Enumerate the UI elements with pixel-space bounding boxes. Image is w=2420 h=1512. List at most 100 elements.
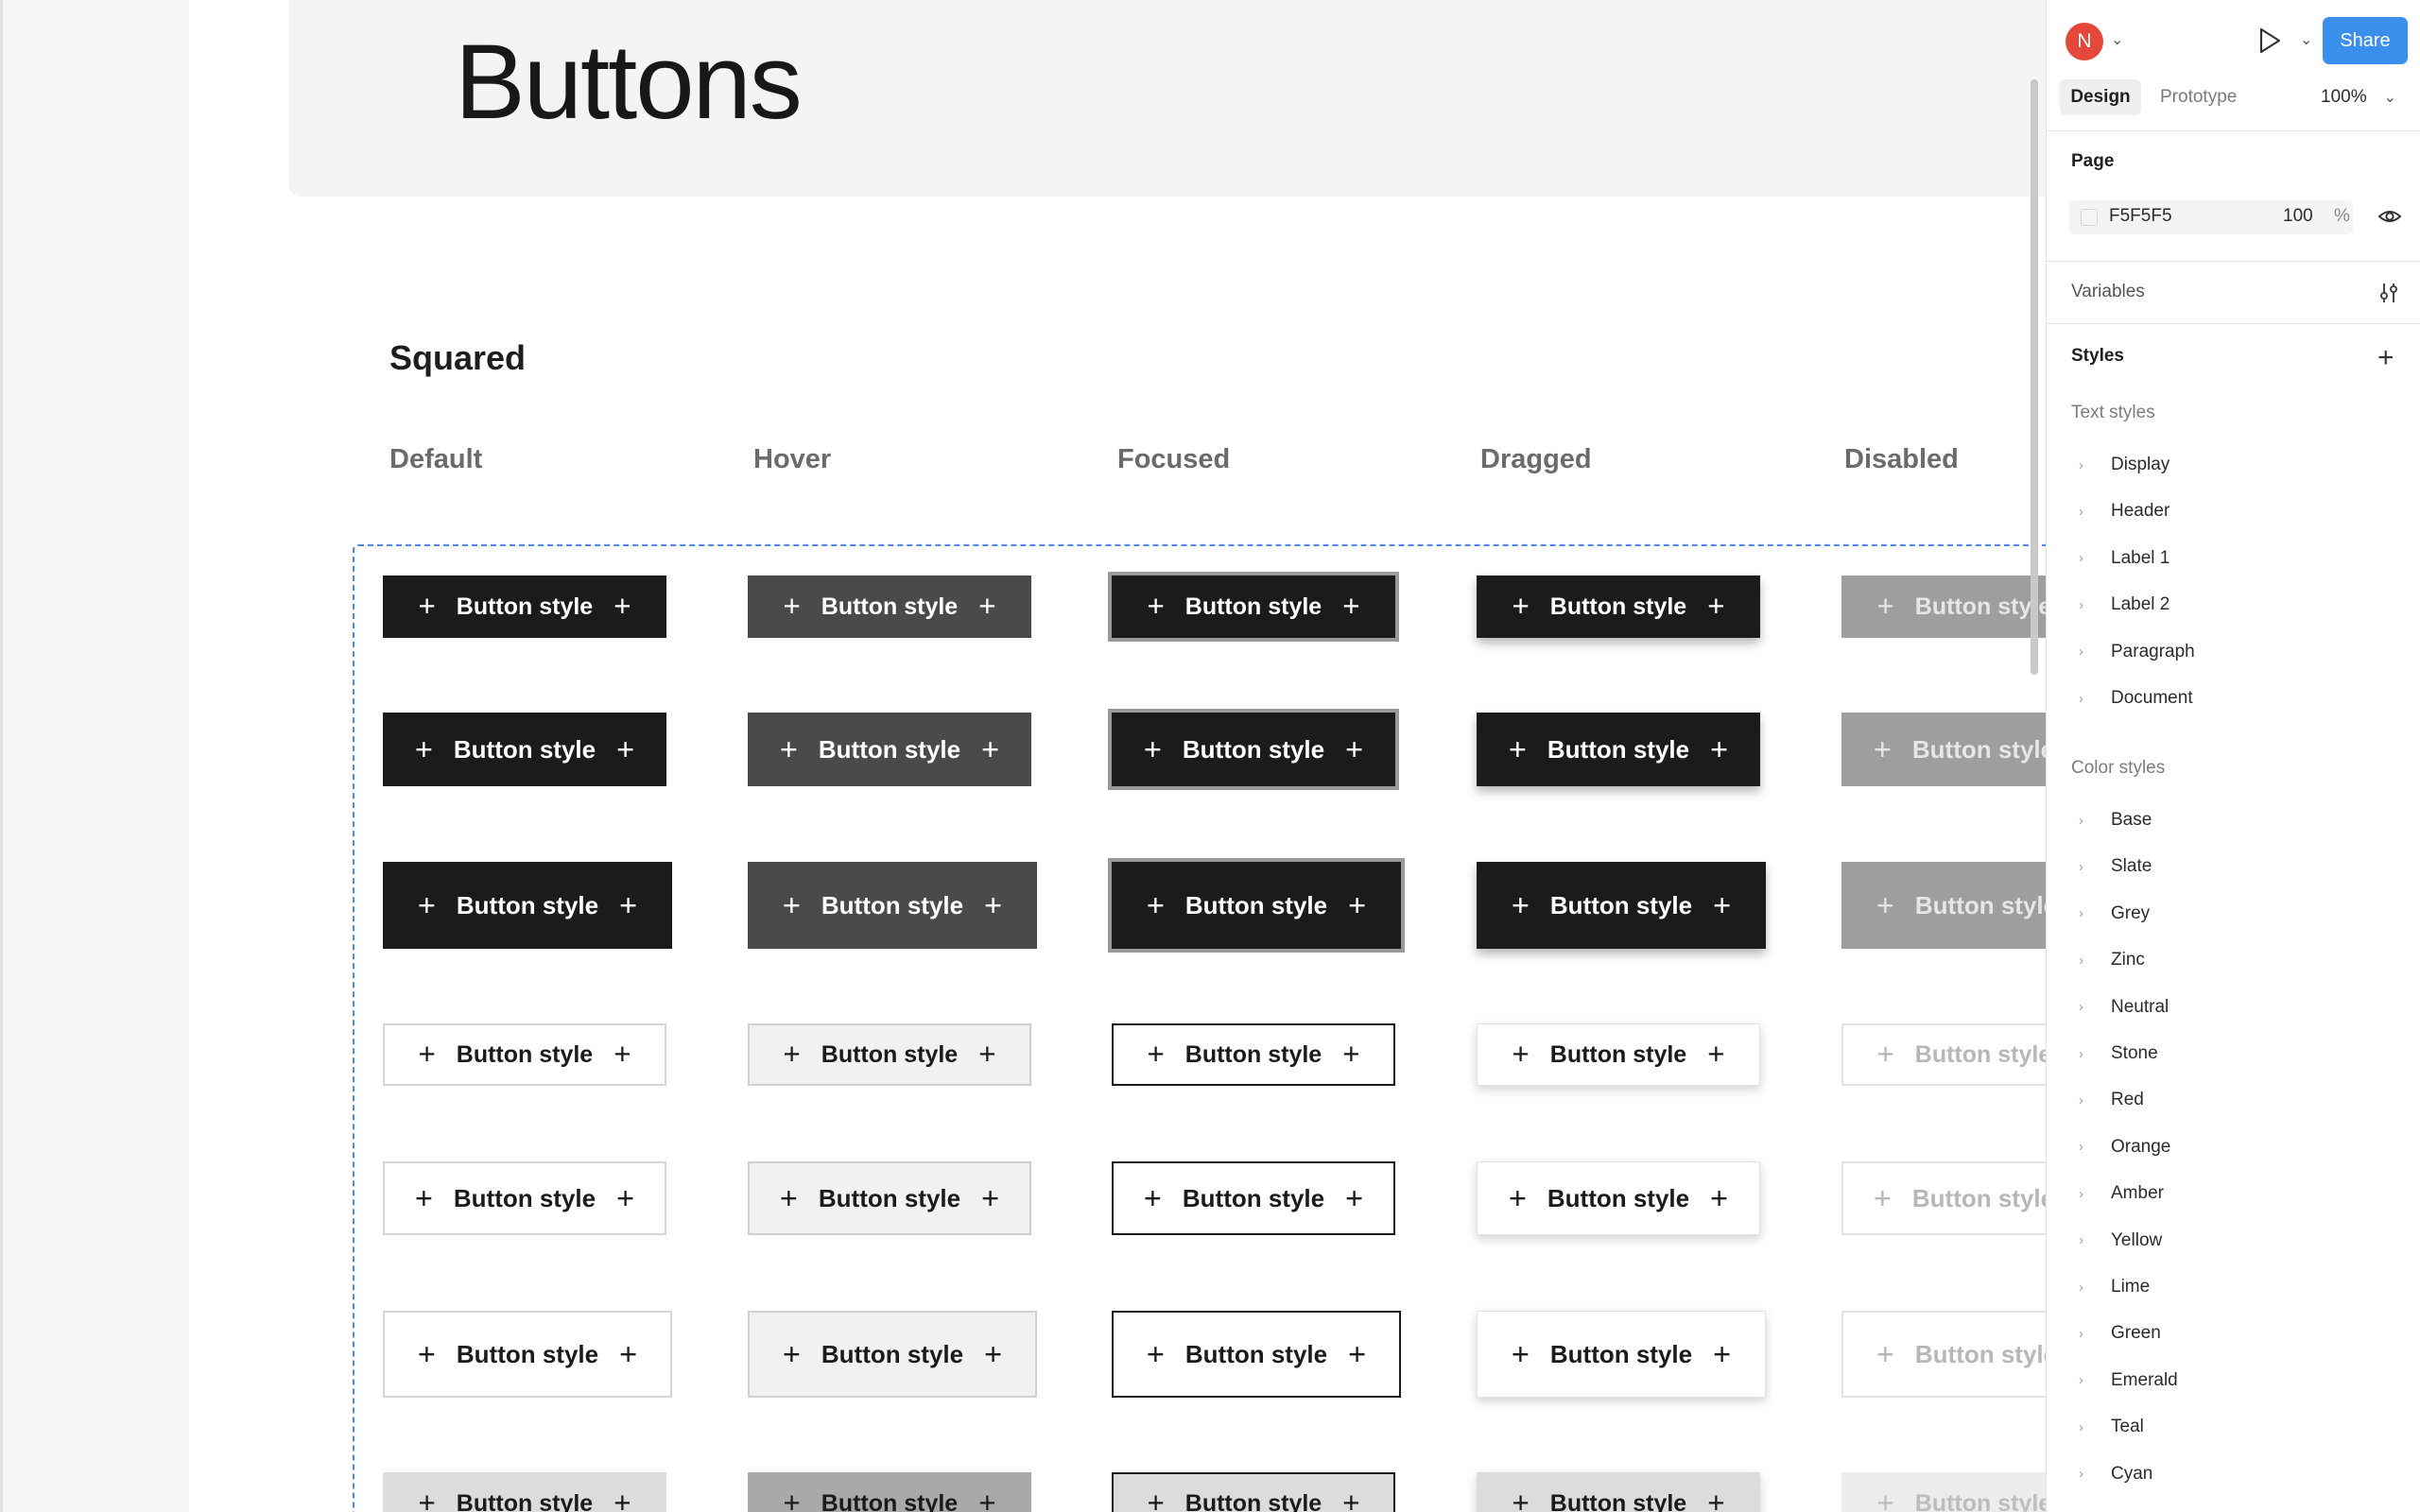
text-style-item[interactable]: › Document <box>2071 684 2193 713</box>
color-style-item[interactable]: › Neutral <box>2071 993 2169 1022</box>
button-dark-default[interactable]: + Button style + <box>383 862 672 949</box>
variables-label[interactable]: Variables <box>2071 282 2145 302</box>
color-style-item[interactable]: › Teal <box>2071 1413 2144 1441</box>
button-dark-focused[interactable]: + Button style + <box>1108 709 1399 790</box>
color-style-item[interactable]: › Cyan <box>2071 1460 2152 1488</box>
chevron-right-icon[interactable]: › <box>2071 457 2111 473</box>
eye-icon[interactable] <box>2377 206 2402 232</box>
design-canvas[interactable]: Buttons Squared Default Hover Focused Dr… <box>0 0 2046 1512</box>
page-fill-hex[interactable]: F5F5F5 <box>2109 206 2172 227</box>
color-style-item[interactable]: › Zinc <box>2071 946 2145 974</box>
button-light-default[interactable]: + Button style + <box>383 1023 666 1086</box>
button-dark-dragged[interactable]: + Button style + <box>1477 862 1766 949</box>
button-label: Button style <box>1914 1040 2046 1068</box>
chevron-right-icon[interactable]: › <box>2071 550 2111 566</box>
button-dark-focused[interactable]: + Button style + <box>1108 572 1399 642</box>
chevron-right-icon[interactable]: › <box>2071 1419 2111 1435</box>
color-style-item[interactable]: › Stone <box>2071 1040 2158 1068</box>
chevron-down-icon[interactable]: ⌄ <box>2111 30 2123 49</box>
chevron-right-icon[interactable]: › <box>2071 953 2111 969</box>
variables-icon[interactable] <box>2377 282 2400 310</box>
chevron-right-icon[interactable]: › <box>2071 504 2111 520</box>
canvas-scrollbar[interactable] <box>2031 79 2038 675</box>
plus-icon: + <box>1876 1336 1894 1371</box>
color-style-item[interactable]: › Orange <box>2071 1133 2170 1161</box>
button-grey-disabled[interactable]: +Button style+ <box>1841 1472 2046 1512</box>
color-style-item[interactable]: › Emerald <box>2071 1366 2178 1395</box>
text-style-item[interactable]: › Label 1 <box>2071 544 2169 573</box>
chevron-right-icon[interactable]: › <box>2071 1326 2111 1342</box>
chevron-right-icon[interactable]: › <box>2071 1092 2111 1108</box>
share-button[interactable]: Share <box>2323 17 2408 64</box>
chevron-right-icon[interactable]: › <box>2071 1372 2111 1388</box>
page-color-swatch[interactable] <box>2081 209 2098 226</box>
button-light-disabled[interactable]: +Button style+ <box>1841 1161 2046 1235</box>
color-style-item[interactable]: › Amber <box>2071 1179 2164 1208</box>
button-dark-dragged[interactable]: + Button style + <box>1477 713 1760 786</box>
chevron-right-icon[interactable]: › <box>2071 999 2111 1015</box>
button-light-hover[interactable]: + Button style + <box>748 1161 1031 1235</box>
button-dark-hover[interactable]: + Button style + <box>748 862 1037 949</box>
chevron-right-icon[interactable]: › <box>2071 859 2111 875</box>
button-dark-disabled[interactable]: +Button style+ <box>1841 576 2046 638</box>
button-dark-hover[interactable]: + Button style + <box>748 576 1031 638</box>
chevron-right-icon[interactable]: › <box>2071 1046 2111 1062</box>
button-dark-focused[interactable]: + Button style + <box>1108 858 1405 953</box>
chevron-right-icon[interactable]: › <box>2071 1466 2111 1482</box>
tab-prototype[interactable]: Prototype <box>2160 79 2237 115</box>
button-dark-default[interactable]: + Button style + <box>383 576 666 638</box>
button-light-hover[interactable]: + Button style + <box>748 1311 1037 1398</box>
chevron-right-icon[interactable]: › <box>2071 1139 2111 1155</box>
chevron-right-icon[interactable]: › <box>2071 905 2111 921</box>
button-light-default[interactable]: + Button style + <box>383 1311 672 1398</box>
tab-design[interactable]: Design <box>2060 79 2141 115</box>
button-light-disabled[interactable]: +Button style+ <box>1841 1311 2046 1398</box>
text-style-item[interactable]: › Display <box>2071 451 2169 479</box>
button-dark-disabled[interactable]: +Button style+ <box>1841 713 2046 786</box>
button-dark-hover[interactable]: + Button style + <box>748 713 1031 786</box>
color-style-item[interactable]: › Base <box>2071 806 2152 834</box>
color-style-item[interactable]: › Green <box>2071 1319 2161 1348</box>
chevron-right-icon[interactable]: › <box>2071 1280 2111 1296</box>
avatar[interactable]: N <box>2066 23 2103 60</box>
button-dark-dragged[interactable]: + Button style + <box>1477 576 1760 638</box>
color-style-item[interactable]: › Lime <box>2071 1273 2150 1301</box>
play-icon[interactable] <box>2256 26 2283 60</box>
column-label-disabled: Disabled <box>1844 444 1959 474</box>
button-light-dragged[interactable]: + Button style + <box>1477 1161 1760 1235</box>
chevron-right-icon[interactable]: › <box>2071 691 2111 707</box>
chevron-right-icon[interactable]: › <box>2071 1186 2111 1202</box>
button-light-hover[interactable]: + Button style + <box>748 1023 1031 1086</box>
zoom-dropdown[interactable]: 100% ⌄ <box>2321 79 2396 115</box>
button-light-default[interactable]: + Button style + <box>383 1161 666 1235</box>
button-dark-default[interactable]: + Button style + <box>383 713 666 786</box>
button-light-disabled[interactable]: +Button style+ <box>1841 1023 2046 1086</box>
text-style-item[interactable]: › Paragraph <box>2071 638 2195 666</box>
button-grey-dragged[interactable]: + Button style + <box>1477 1472 1760 1512</box>
button-light-dragged[interactable]: + Button style + <box>1477 1311 1766 1398</box>
buttons-frame[interactable]: Buttons Squared Default Hover Focused Dr… <box>189 0 2046 1512</box>
color-style-item[interactable]: › Slate <box>2071 852 2152 881</box>
button-dark-disabled[interactable]: +Button style+ <box>1841 862 2046 949</box>
chevron-right-icon[interactable]: › <box>2071 813 2111 829</box>
text-style-item[interactable]: › Header <box>2071 497 2169 525</box>
color-style-item[interactable]: › Red <box>2071 1086 2144 1114</box>
plus-icon[interactable]: + <box>2377 344 2394 372</box>
chevron-down-icon[interactable]: ⌄ <box>2300 30 2312 49</box>
button-light-focused[interactable]: + Button style + <box>1112 1023 1395 1086</box>
button-light-dragged[interactable]: + Button style + <box>1477 1023 1760 1086</box>
chevron-right-icon[interactable]: › <box>2071 1232 2111 1248</box>
button-label: Button style <box>1182 734 1325 764</box>
text-style-item[interactable]: › Label 2 <box>2071 591 2169 619</box>
page-opacity-value[interactable]: 100 <box>2283 206 2313 227</box>
button-grey-default[interactable]: + Button style + <box>383 1472 666 1512</box>
chevron-right-icon[interactable]: › <box>2071 644 2111 660</box>
button-grey-focused[interactable]: + Button style + <box>1112 1472 1395 1512</box>
button-light-focused[interactable]: + Button style + <box>1112 1161 1395 1235</box>
button-light-focused[interactable]: + Button style + <box>1112 1311 1401 1398</box>
chevron-right-icon[interactable]: › <box>2071 597 2111 613</box>
button-grey-hover[interactable]: + Button style + <box>748 1472 1031 1512</box>
color-style-item[interactable]: › Yellow <box>2071 1227 2162 1255</box>
color-style-item[interactable]: › Grey <box>2071 900 2150 928</box>
plus-icon: + <box>1512 1038 1530 1072</box>
